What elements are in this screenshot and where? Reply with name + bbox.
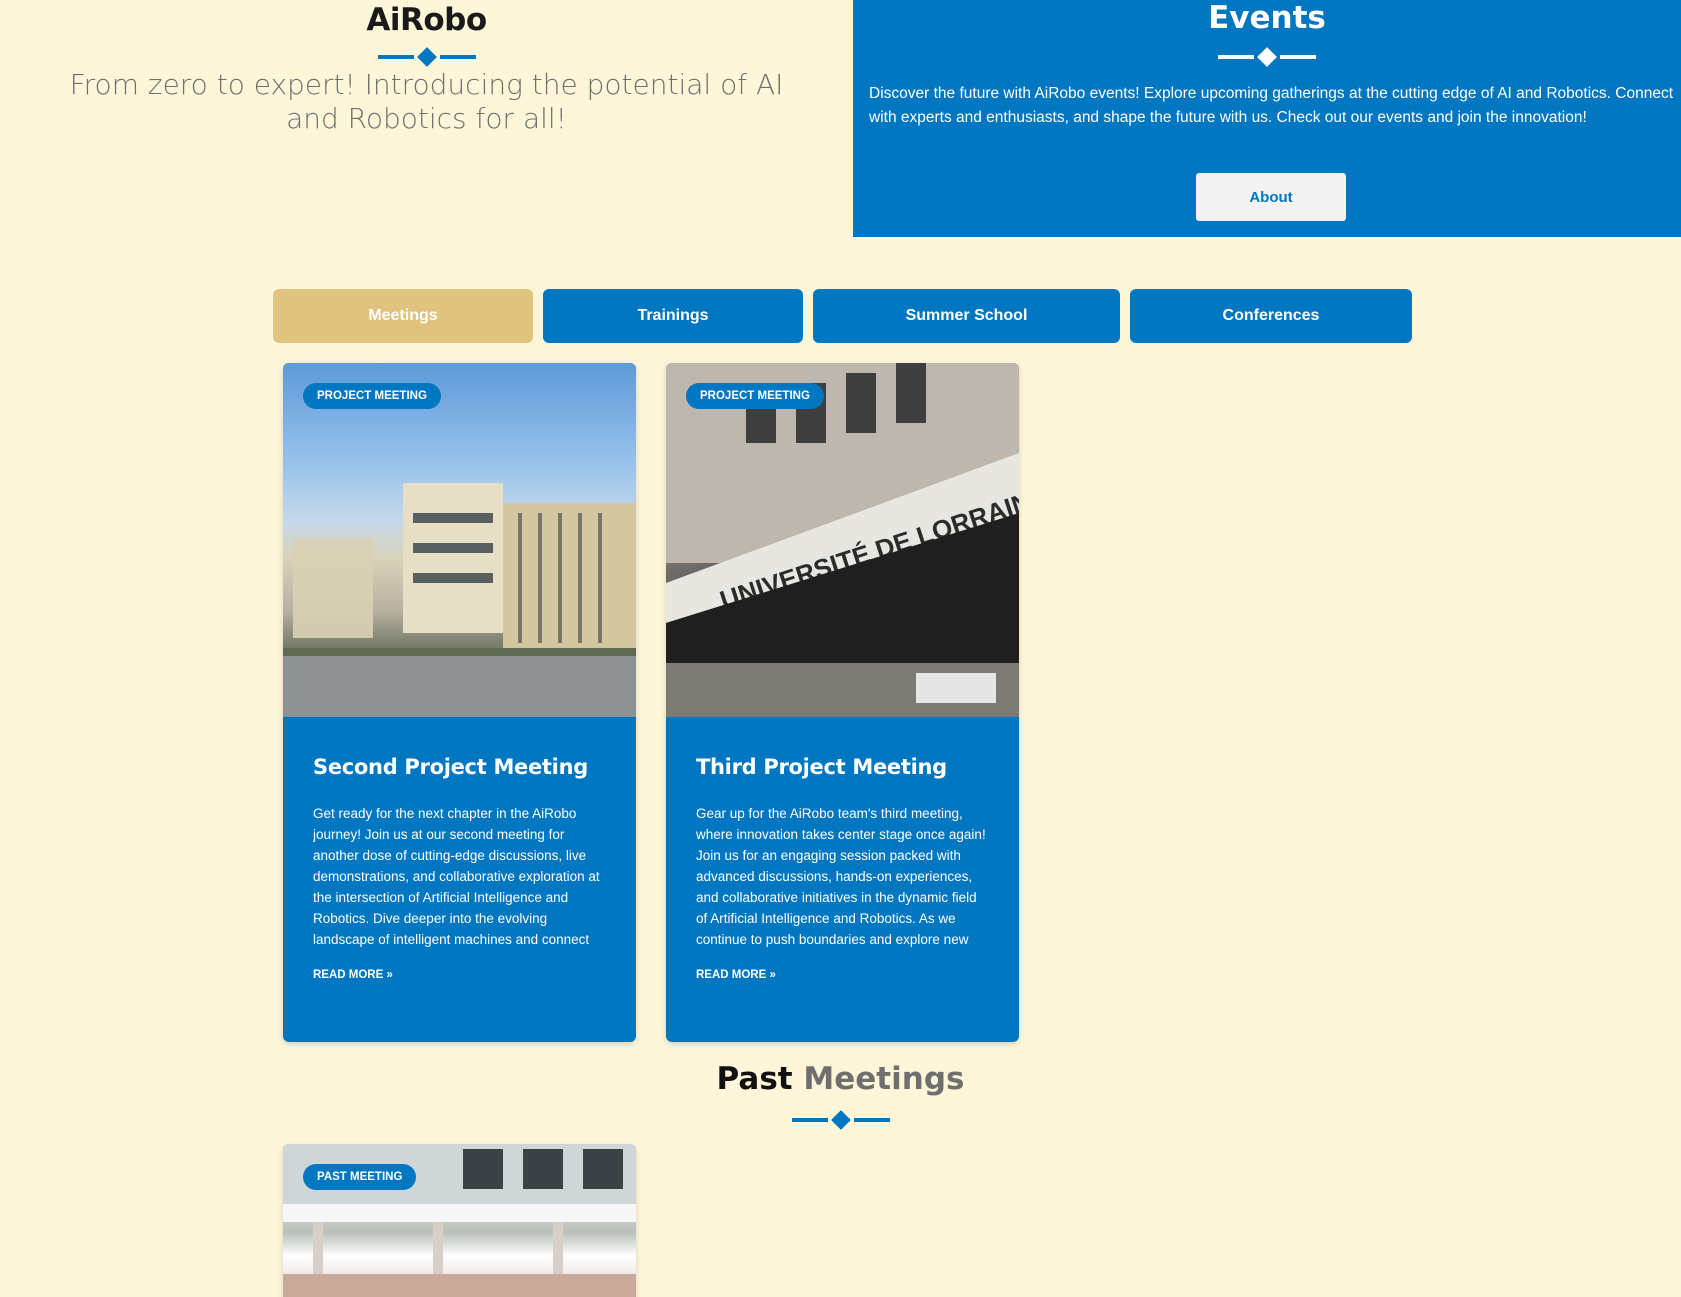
diamond-icon	[1257, 47, 1277, 67]
brand-suffix: Robo	[399, 2, 487, 38]
meeting-card[interactable]: UNIVERSITÉ DE LORRAINE PROJECT MEETING T…	[666, 363, 1019, 1042]
past-divider	[0, 1110, 1681, 1130]
events-divider	[853, 47, 1681, 67]
hero-section: AiRobo From zero to expert! Introducing …	[0, 0, 853, 236]
diamond-icon	[416, 47, 437, 67]
card-image[interactable]: UNIVERSITÉ DE LORRAINE PROJECT MEETING	[666, 363, 1019, 717]
diamond-icon	[830, 1110, 851, 1130]
about-button[interactable]: About	[1196, 173, 1346, 221]
tab-conferences[interactable]: Conferences	[1130, 289, 1412, 343]
read-more-link[interactable]: READ MORE »	[313, 969, 393, 981]
card-image[interactable]: PROJECT MEETING	[283, 363, 636, 717]
card-image[interactable]: PAST MEETING	[283, 1144, 636, 1297]
building-photo	[283, 363, 636, 717]
meeting-type-badge: PROJECT MEETING	[303, 383, 441, 409]
building-photo: UNIVERSITÉ DE LORRAINE	[666, 363, 1019, 717]
meeting-card[interactable]: PROJECT MEETING Second Project Meeting G…	[283, 363, 636, 1042]
tab-trainings[interactable]: Trainings	[543, 289, 803, 343]
meeting-type-badge: PAST MEETING	[303, 1164, 417, 1190]
hero-tagline: From zero to expert! Introducing the pot…	[69, 68, 784, 135]
brand-title: AiRobo	[0, 2, 853, 38]
title-divider	[0, 47, 853, 67]
card-excerpt: Get ready for the next chapter in the Ai…	[313, 806, 600, 947]
card-title[interactable]: Second Project Meeting	[313, 755, 606, 779]
events-panel: Events Discover the future with AiRobo e…	[853, 0, 1681, 237]
card-title[interactable]: Third Project Meeting	[696, 755, 989, 779]
events-description: Discover the future with AiRobo events! …	[869, 85, 1673, 126]
past-meetings-heading: Past Meetings	[716, 1061, 965, 1097]
past-meeting-card[interactable]: PAST MEETING	[283, 1144, 636, 1297]
tab-meetings[interactable]: Meetings	[273, 289, 533, 343]
tab-summer-school[interactable]: Summer School	[813, 289, 1120, 343]
meeting-type-badge: PROJECT MEETING	[686, 383, 824, 409]
brand-prefix: Ai	[366, 2, 400, 38]
events-title: Events	[1208, 0, 1326, 36]
card-excerpt: Gear up for the AiRobo team's third meet…	[696, 806, 986, 947]
read-more-link[interactable]: READ MORE »	[696, 969, 776, 981]
